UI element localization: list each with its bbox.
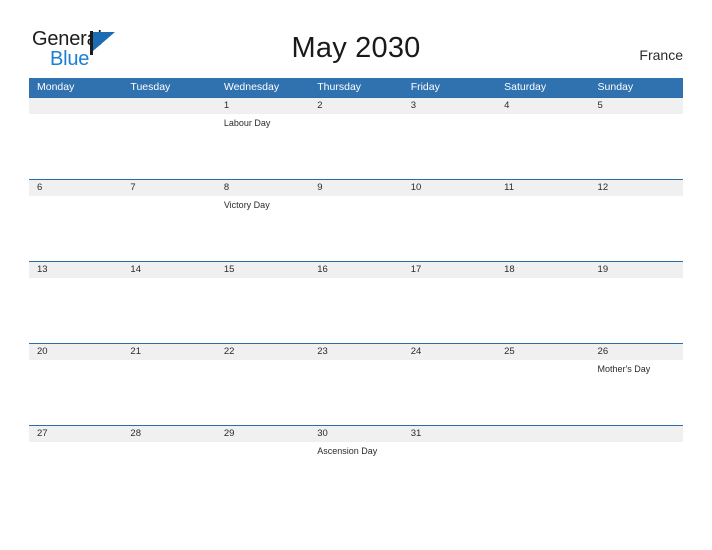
day-event[interactable]: [496, 442, 589, 507]
day-event[interactable]: [496, 196, 589, 261]
day-number[interactable]: 6: [29, 180, 122, 196]
day-of-week-header: Monday Tuesday Wednesday Thursday Friday…: [29, 78, 683, 97]
page-title: May 2030: [291, 32, 421, 64]
dow-sunday: Sunday: [597, 81, 634, 93]
day-number[interactable]: [496, 426, 589, 442]
day-event[interactable]: Labour Day: [216, 114, 309, 179]
dow-thursday: Thursday: [317, 81, 362, 93]
day-event[interactable]: [29, 442, 122, 507]
day-number[interactable]: 17: [403, 262, 496, 278]
week-date-band: 1 2 3 4 5: [29, 98, 683, 114]
day-event[interactable]: [403, 360, 496, 425]
dow-tuesday: Tuesday: [130, 81, 171, 93]
day-number[interactable]: 25: [496, 344, 589, 360]
day-number[interactable]: 26: [590, 344, 683, 360]
week-event-band: Ascension Day: [29, 442, 683, 507]
week-event-band: Labour Day: [29, 114, 683, 179]
day-number[interactable]: 29: [216, 426, 309, 442]
day-number[interactable]: 30: [309, 426, 402, 442]
day-event[interactable]: [309, 196, 402, 261]
day-event[interactable]: [29, 278, 122, 343]
week-date-band: 6 7 8 9 10 11 12: [29, 180, 683, 196]
day-event[interactable]: [403, 442, 496, 507]
day-event[interactable]: [590, 278, 683, 343]
day-number[interactable]: 31: [403, 426, 496, 442]
day-event[interactable]: [216, 442, 309, 507]
dow-monday: Monday: [37, 81, 75, 93]
day-number[interactable]: 24: [403, 344, 496, 360]
day-number[interactable]: 16: [309, 262, 402, 278]
day-event[interactable]: [496, 114, 589, 179]
country-label: France: [639, 47, 683, 63]
day-event[interactable]: Mother's Day: [590, 360, 683, 425]
day-number[interactable]: 14: [122, 262, 215, 278]
day-event[interactable]: [590, 442, 683, 507]
page-header: General Blue May 2030 France: [0, 0, 712, 78]
day-number[interactable]: 4: [496, 98, 589, 114]
day-number[interactable]: 21: [122, 344, 215, 360]
day-number[interactable]: 5: [590, 98, 683, 114]
day-number[interactable]: [29, 98, 122, 114]
day-event[interactable]: [29, 360, 122, 425]
day-number[interactable]: 8: [216, 180, 309, 196]
day-event[interactable]: [403, 196, 496, 261]
day-number[interactable]: 2: [309, 98, 402, 114]
day-number[interactable]: 28: [122, 426, 215, 442]
calendar-grid: Monday Tuesday Wednesday Thursday Friday…: [29, 78, 683, 507]
day-event[interactable]: [122, 442, 215, 507]
week-event-band: Mother's Day: [29, 360, 683, 425]
day-event[interactable]: [29, 114, 122, 179]
dow-saturday: Saturday: [504, 81, 547, 93]
day-event[interactable]: [496, 278, 589, 343]
day-event[interactable]: [216, 278, 309, 343]
day-event[interactable]: [403, 278, 496, 343]
day-event[interactable]: [122, 278, 215, 343]
day-number[interactable]: 11: [496, 180, 589, 196]
day-event[interactable]: [29, 196, 122, 261]
day-number[interactable]: 19: [590, 262, 683, 278]
dow-friday: Friday: [410, 81, 440, 93]
day-number[interactable]: 27: [29, 426, 122, 442]
day-event[interactable]: [403, 114, 496, 179]
day-event[interactable]: [309, 114, 402, 179]
day-event[interactable]: [309, 360, 402, 425]
day-number[interactable]: 13: [29, 262, 122, 278]
day-number[interactable]: 20: [29, 344, 122, 360]
day-event[interactable]: [590, 114, 683, 179]
day-event[interactable]: [122, 196, 215, 261]
week-date-band: 27 28 29 30 31: [29, 426, 683, 442]
day-number[interactable]: 1: [216, 98, 309, 114]
day-number[interactable]: 12: [590, 180, 683, 196]
day-event[interactable]: [309, 278, 402, 343]
week-row: 13 14 15 16 17 18 19: [29, 261, 683, 343]
day-event[interactable]: Ascension Day: [309, 442, 402, 507]
week-date-band: 20 21 22 23 24 25 26: [29, 344, 683, 360]
day-number[interactable]: 23: [309, 344, 402, 360]
week-row: 27 28 29 30 31 Ascension Day: [29, 425, 683, 507]
day-number[interactable]: 7: [122, 180, 215, 196]
day-number[interactable]: 22: [216, 344, 309, 360]
day-event[interactable]: [216, 360, 309, 425]
day-number[interactable]: [122, 98, 215, 114]
day-number[interactable]: 15: [216, 262, 309, 278]
week-row: 20 21 22 23 24 25 26 Mother's Day: [29, 343, 683, 425]
day-number[interactable]: 10: [403, 180, 496, 196]
day-event[interactable]: [496, 360, 589, 425]
day-event[interactable]: [122, 360, 215, 425]
calendar-page: General Blue May 2030 France Monday Tues…: [0, 0, 712, 550]
day-number[interactable]: 9: [309, 180, 402, 196]
week-row: 6 7 8 9 10 11 12 Victory Day: [29, 179, 683, 261]
week-event-band: [29, 278, 683, 343]
day-number[interactable]: 3: [403, 98, 496, 114]
day-event[interactable]: [122, 114, 215, 179]
week-row: 1 2 3 4 5 Labour Day: [29, 97, 683, 179]
dow-wednesday: Wednesday: [223, 81, 280, 93]
week-date-band: 13 14 15 16 17 18 19: [29, 262, 683, 278]
day-event[interactable]: [590, 196, 683, 261]
day-number[interactable]: [590, 426, 683, 442]
week-event-band: Victory Day: [29, 196, 683, 261]
day-number[interactable]: 18: [496, 262, 589, 278]
day-event[interactable]: Victory Day: [216, 196, 309, 261]
